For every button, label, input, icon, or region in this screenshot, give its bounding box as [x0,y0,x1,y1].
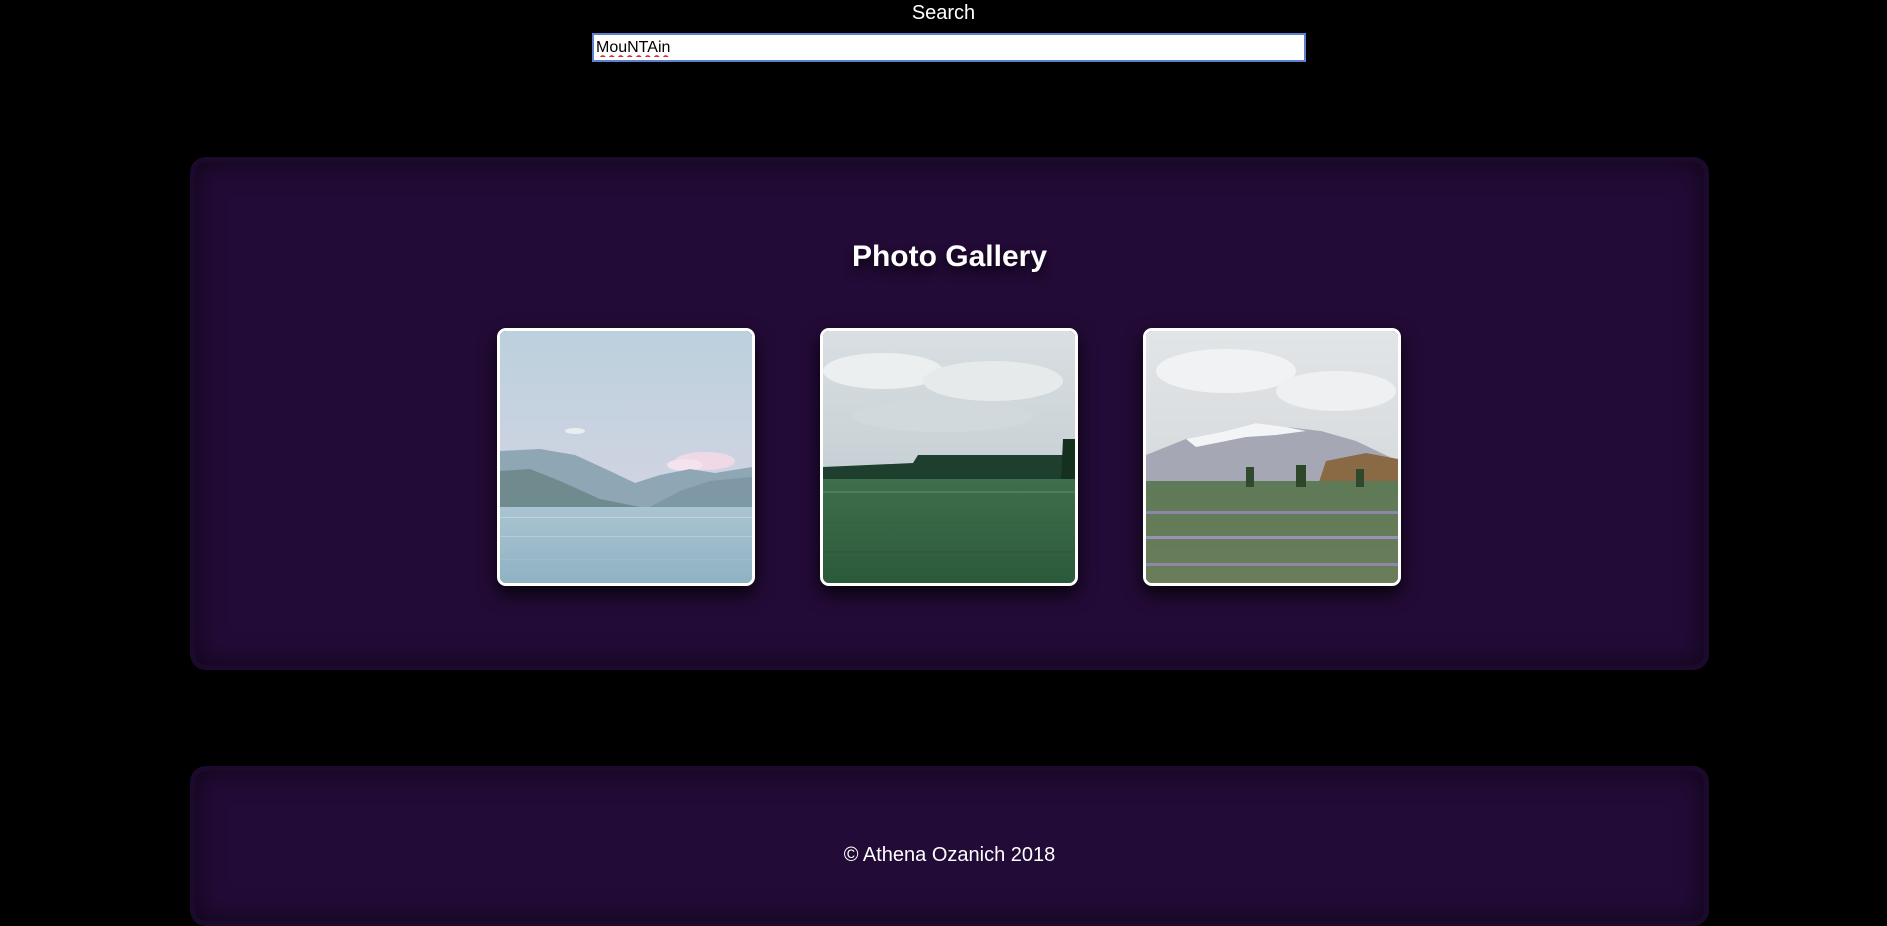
gallery-title: Photo Gallery [851,240,1048,273]
search-label: Search [911,2,976,24]
green-field-image [823,331,1075,583]
snowy-mountain-image [1146,331,1398,583]
footer-panel: © Athena Ozanich 2018 [190,766,1709,926]
copyright-text: © Athena Ozanich 2018 [843,844,1056,866]
gallery-photo-field[interactable] [820,328,1078,586]
gallery-panel: Photo Gallery [190,157,1709,670]
search-input[interactable] [592,33,1306,62]
lake-mountains-image [500,331,752,583]
gallery-photo-lake[interactable] [497,328,755,586]
gallery-photo-mountain[interactable] [1143,328,1401,586]
